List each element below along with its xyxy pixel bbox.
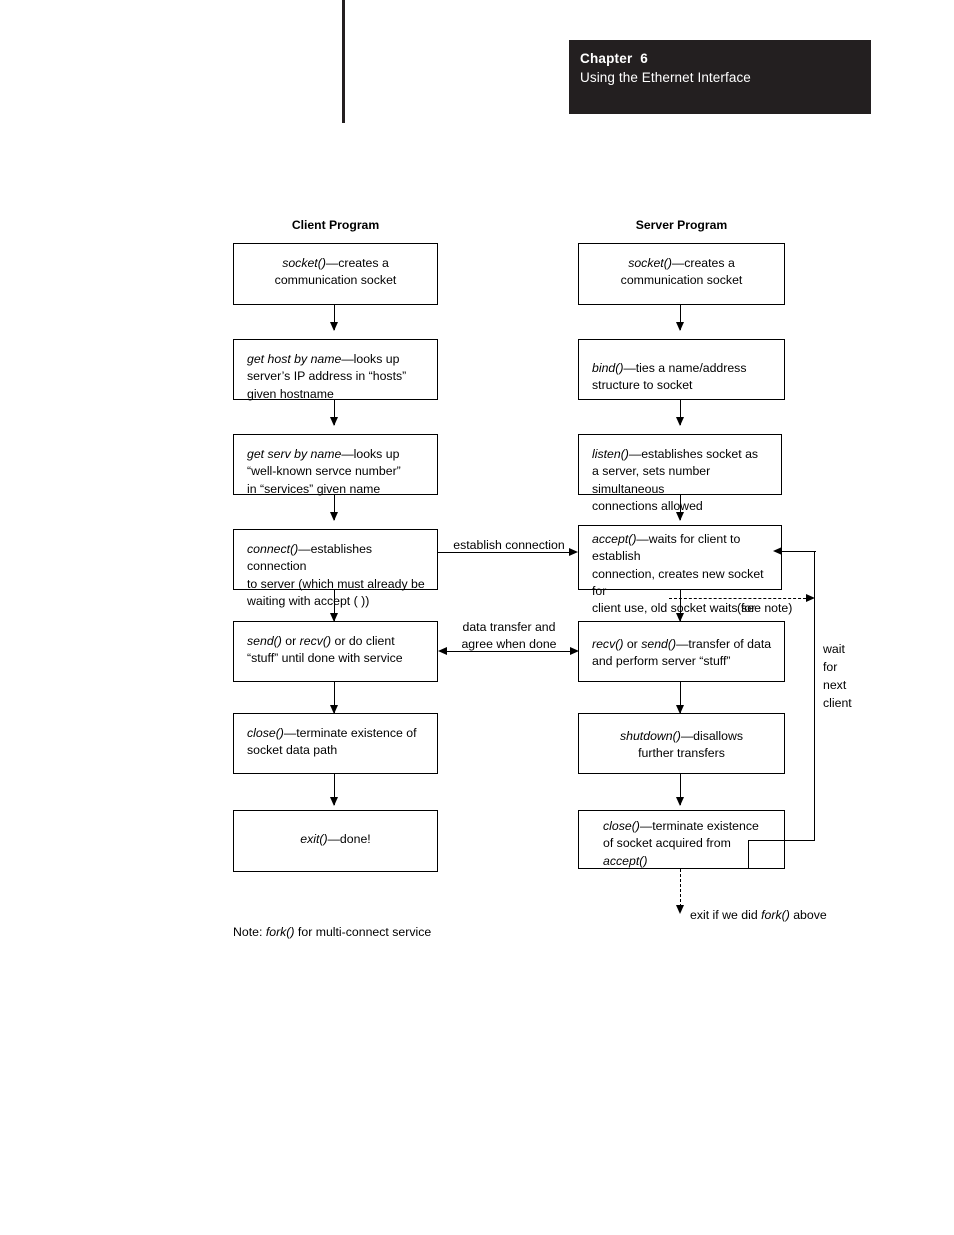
data-transfer-arrowhead-right bbox=[570, 647, 579, 655]
label-see-note: (see note) bbox=[737, 601, 793, 615]
wait-loop-bottom-segment bbox=[748, 840, 815, 842]
server-connector-5 bbox=[674, 774, 687, 806]
note-prefix: Note: bbox=[233, 924, 266, 939]
header-vertical-rule bbox=[342, 0, 345, 123]
server-step-box-listen: listen()—establishes socket as a server,… bbox=[578, 434, 782, 513]
client-step-box-getservbyname: get serv by name—looks up “well-known se… bbox=[233, 434, 438, 496]
chapter-subtitle: Using the Ethernet Interface bbox=[580, 70, 751, 85]
server-step-text-2: listen()—establishes socket as a server,… bbox=[592, 447, 759, 513]
server-step-text-1: bind()—ties a name/address structure to … bbox=[592, 361, 747, 393]
client-step-text-6: exit()—done! bbox=[300, 832, 371, 846]
exit-dashed-line bbox=[680, 869, 681, 907]
label-data-transfer: data transfer and agree when done bbox=[461, 620, 557, 651]
server-step-text-4: recv() or send()—transfer of data and pe… bbox=[592, 637, 772, 669]
client-connector-5 bbox=[328, 774, 341, 806]
server-connector-1 bbox=[674, 400, 687, 426]
client-step-box-socket: socket()—creates a communication socket bbox=[233, 243, 438, 305]
client-connector-4 bbox=[328, 682, 341, 714]
server-connector-2 bbox=[674, 495, 687, 521]
client-step-text-5: close()—terminate existence of socket da… bbox=[247, 726, 417, 758]
client-step-box-exit: exit()—done! bbox=[233, 810, 438, 872]
server-connector-4 bbox=[674, 682, 687, 714]
client-column-title: Client Program bbox=[291, 218, 380, 232]
client-step-box-connect: connect()—establishes connection to serv… bbox=[233, 529, 438, 608]
server-connector-0 bbox=[674, 305, 687, 331]
note-fn: fork() bbox=[265, 924, 295, 939]
establish-connection-arrowhead bbox=[569, 548, 578, 556]
client-step-text-2: get serv by name—looks up “well-known se… bbox=[247, 447, 401, 496]
exit-arrowhead bbox=[676, 905, 684, 914]
client-step-text-1: get host by name—looks up server’s IP ad… bbox=[247, 352, 407, 401]
data-transfer-arrowhead-left bbox=[438, 647, 447, 655]
exit-prefix: exit if we did bbox=[690, 907, 762, 922]
client-step-box-close: close()—terminate existence of socket da… bbox=[233, 713, 438, 774]
server-column-title: Server Program bbox=[635, 218, 728, 232]
client-step-box-gethostbyname: get host by name—looks up server’s IP ad… bbox=[233, 339, 438, 401]
client-step-text-4: send() or recv() or do client “stuff” un… bbox=[247, 634, 403, 666]
label-wait-for-next-client: wait for next client bbox=[823, 642, 852, 710]
server-step-box-recvsend: recv() or send()—transfer of data and pe… bbox=[578, 621, 785, 682]
chapter-label: Chapter 6 bbox=[580, 51, 649, 66]
server-step-box-socket: socket()—creates a communication socket bbox=[578, 243, 785, 305]
data-transfer-line bbox=[447, 651, 570, 653]
client-connector-1 bbox=[328, 400, 341, 426]
wait-loop-arrowhead-into-accept bbox=[773, 547, 782, 555]
chapter-banner: Chapter 6 Using the Ethernet Interface bbox=[569, 40, 871, 114]
server-step-text-0: socket()—creates a communication socket bbox=[620, 256, 743, 288]
page-canvas: Chapter 6 Using the Ethernet Interface C… bbox=[0, 0, 954, 1235]
server-step-text-6: close()—terminate existence of socket ac… bbox=[603, 819, 759, 868]
wait-loop-close-stub bbox=[748, 840, 750, 869]
server-connector-3 bbox=[674, 590, 687, 622]
server-step-box-shutdown: shutdown()—disallows further transfers bbox=[578, 713, 785, 774]
client-step-text-3: connect()—establishes connection to serv… bbox=[247, 542, 425, 608]
server-step-box-accept: accept()—waits for client to establish c… bbox=[578, 525, 782, 650]
see-note-dashed-line bbox=[669, 598, 806, 599]
note-rest: for multi-connect service bbox=[294, 924, 432, 939]
note-exit-if-fork: exit if we did fork() above bbox=[690, 890, 940, 923]
client-connector-0 bbox=[328, 305, 341, 331]
exit-fn: fork() bbox=[761, 907, 790, 922]
note-fork-multi-connect: Note: fork() for multi-connect service bbox=[233, 907, 563, 940]
establish-connection-line bbox=[438, 552, 569, 554]
exit-rest: above bbox=[789, 907, 827, 922]
client-step-box-sendrecv: send() or recv() or do client “stuff” un… bbox=[233, 621, 438, 682]
client-connector-3 bbox=[328, 590, 341, 622]
server-step-box-bind: bind()—ties a name/address structure to … bbox=[578, 339, 785, 400]
wait-loop-top-segment bbox=[782, 551, 816, 553]
client-step-text-0: socket()—creates a communication socket bbox=[274, 256, 397, 288]
client-connector-2 bbox=[328, 495, 341, 521]
server-step-text-5: shutdown()—disallows further transfers bbox=[619, 729, 744, 761]
